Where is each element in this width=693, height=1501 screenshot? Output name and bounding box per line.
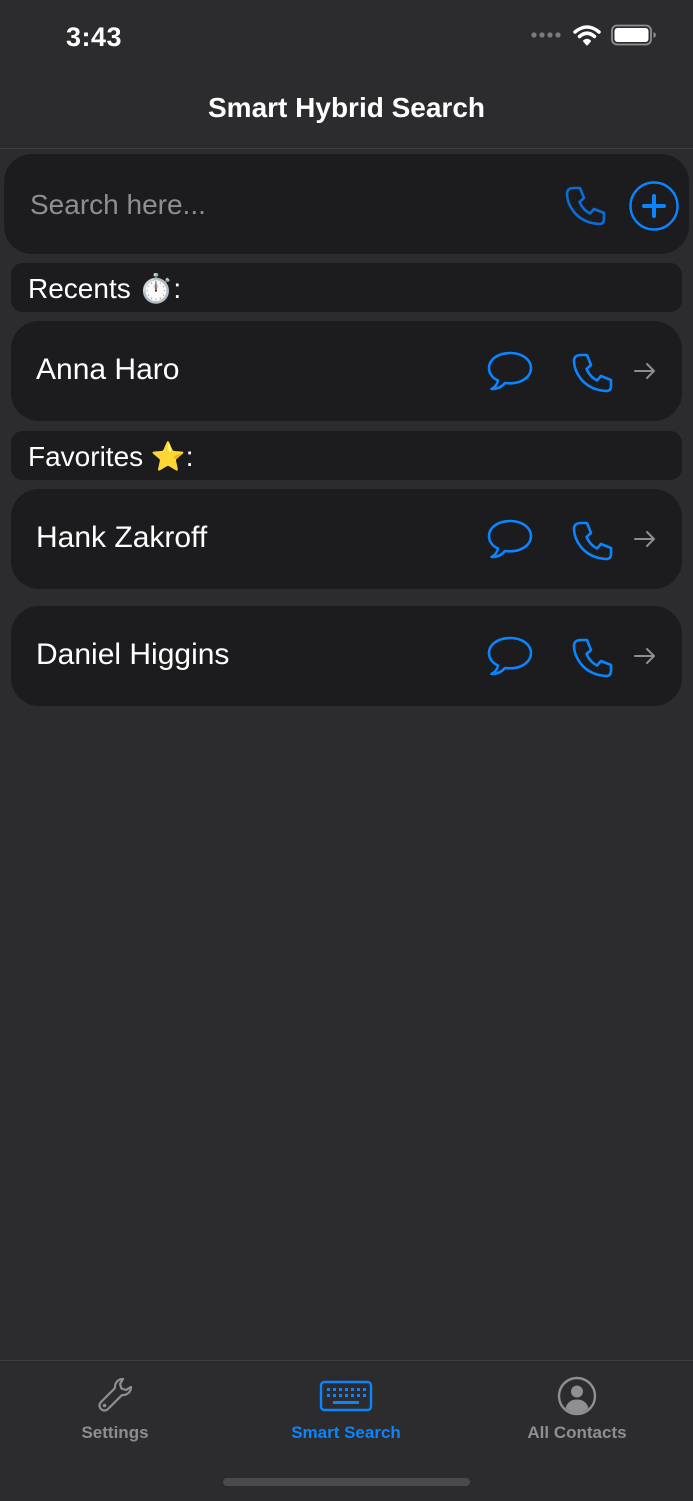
home-indicator	[223, 1478, 470, 1486]
person-circle-icon	[557, 1376, 597, 1416]
wrench-icon	[98, 1377, 133, 1412]
contact-row-anna-haro[interactable]: Anna Haro	[11, 321, 682, 421]
message-bubble-icon[interactable]	[485, 347, 535, 395]
recents-header: Recents ⏱️:	[11, 263, 682, 312]
plus-circle-icon[interactable]	[628, 180, 680, 232]
contact-name: Anna Haro	[36, 353, 180, 386]
tab-label: Smart Search	[291, 1423, 401, 1442]
phone-icon[interactable]	[561, 182, 609, 230]
recents-label: Recents ⏱️:	[28, 273, 182, 304]
favorites-label: Favorites ⭐️:	[28, 441, 194, 472]
status-icons	[531, 24, 657, 46]
nav-divider	[0, 148, 693, 149]
arrow-right-icon[interactable]	[631, 642, 659, 670]
contact-name: Hank Zakroff	[36, 521, 208, 554]
message-bubble-icon[interactable]	[485, 632, 535, 680]
contact-name: Daniel Higgins	[36, 638, 230, 671]
tab-settings[interactable]: Settings	[0, 1375, 230, 1443]
contact-row-hank-zakroff[interactable]: Hank Zakroff	[11, 489, 682, 589]
tab-label: Settings	[81, 1423, 149, 1442]
phone-icon[interactable]	[568, 634, 616, 682]
search-input[interactable]	[28, 180, 532, 230]
wifi-icon	[573, 25, 601, 46]
favorites-header: Favorites ⭐️:	[11, 431, 682, 480]
tab-label: All Contacts	[527, 1423, 627, 1442]
status-bar: 3:43	[0, 0, 693, 78]
cellular-signal-icon	[531, 32, 561, 38]
keyboard-icon	[319, 1380, 373, 1412]
search-bar	[4, 154, 689, 254]
page-title: Smart Hybrid Search	[208, 92, 485, 123]
arrow-right-icon[interactable]	[631, 357, 659, 385]
tab-smart-search[interactable]: Smart Search	[231, 1375, 461, 1443]
tab-all-contacts[interactable]: All Contacts	[462, 1375, 692, 1443]
phone-icon[interactable]	[568, 517, 616, 565]
contact-row-daniel-higgins[interactable]: Daniel Higgins	[11, 606, 682, 706]
phone-icon[interactable]	[568, 349, 616, 397]
battery-icon	[611, 24, 656, 46]
status-time: 3:43	[66, 22, 123, 52]
message-bubble-icon[interactable]	[485, 515, 535, 563]
arrow-right-icon[interactable]	[631, 525, 659, 553]
